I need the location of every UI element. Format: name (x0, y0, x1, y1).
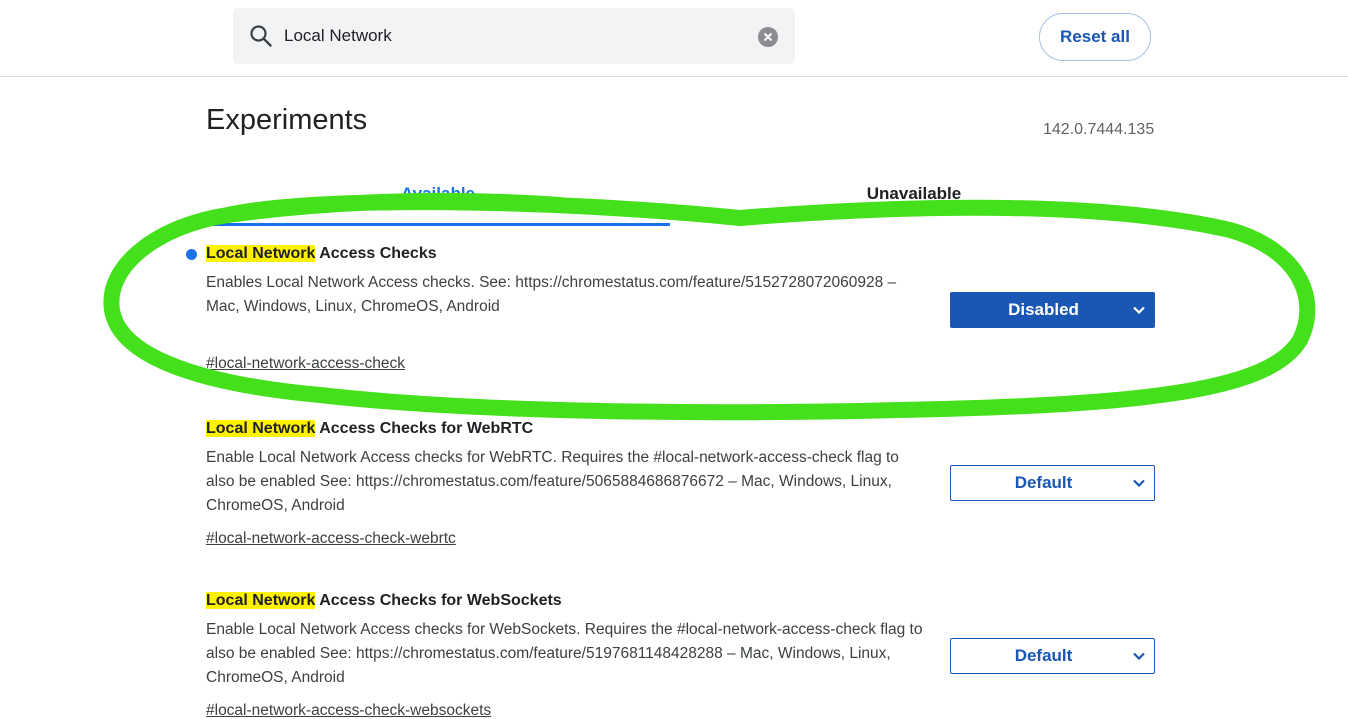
experiment-title-text: Access Checks (315, 245, 437, 262)
experiment-state-select[interactable]: Default (950, 465, 1155, 501)
select-value: Default (1014, 646, 1073, 665)
reset-all-button[interactable]: Reset all (1039, 13, 1151, 61)
flags-page: Reset all Experiments 142.0.7444.135 Ava… (0, 0, 1348, 719)
experiment-description: Enable Local Network Access checks for W… (206, 621, 923, 686)
tab-available[interactable]: Available (206, 184, 670, 204)
experiment-description: Enables Local Network Access checks. See… (206, 274, 897, 315)
version-label: 142.0.7444.135 (1043, 121, 1155, 138)
experiment-local-network-access-check: Local Network Access Checks Enables Loca… (186, 245, 1156, 380)
chevron-down-icon (1133, 306, 1145, 315)
select-value: Disabled (1008, 300, 1079, 319)
search-box[interactable] (233, 8, 795, 64)
search-icon (250, 25, 272, 47)
page-title: Experiments (206, 104, 368, 136)
experiment-title: Local Network Access Checks for WebRTC (206, 420, 533, 438)
search-highlight: Local Network (206, 592, 316, 609)
tab-unavailable[interactable]: Unavailable (682, 184, 1146, 204)
tab-indicator (206, 223, 670, 226)
select-value: Default (1014, 473, 1073, 492)
experiment-title-text: Access Checks for WebRTC (315, 420, 534, 437)
clear-icon (763, 32, 773, 42)
chevron-down-icon (1133, 652, 1145, 661)
chevron-down-icon (1133, 479, 1145, 488)
experiment-description: Enable Local Network Access checks for W… (206, 449, 899, 514)
search-highlight: Local Network (206, 420, 316, 437)
experiment-title: Local Network Access Checks for WebSocke… (206, 592, 562, 610)
header-divider (0, 76, 1348, 77)
modified-indicator (186, 249, 197, 260)
experiment-local-network-access-check-webrtc: Local Network Access Checks for WebRTC E… (206, 420, 1156, 555)
clear-search-button[interactable] (758, 27, 778, 47)
experiment-title: Local Network Access Checks (206, 245, 437, 263)
experiment-title-text: Access Checks for WebSockets (315, 592, 562, 609)
experiment-local-network-access-check-websockets: Local Network Access Checks for WebSocke… (206, 592, 1156, 719)
experiment-permalink[interactable]: #local-network-access-check-websockets (206, 702, 491, 719)
search-highlight: Local Network (206, 245, 316, 262)
header: Reset all (0, 0, 1348, 78)
experiment-permalink[interactable]: #local-network-access-check-webrtc (206, 530, 456, 548)
experiment-permalink[interactable]: #local-network-access-check (206, 355, 405, 373)
experiment-state-select[interactable]: Default (950, 638, 1155, 674)
experiment-state-select[interactable]: Disabled (950, 292, 1155, 328)
search-input[interactable] (284, 22, 744, 50)
